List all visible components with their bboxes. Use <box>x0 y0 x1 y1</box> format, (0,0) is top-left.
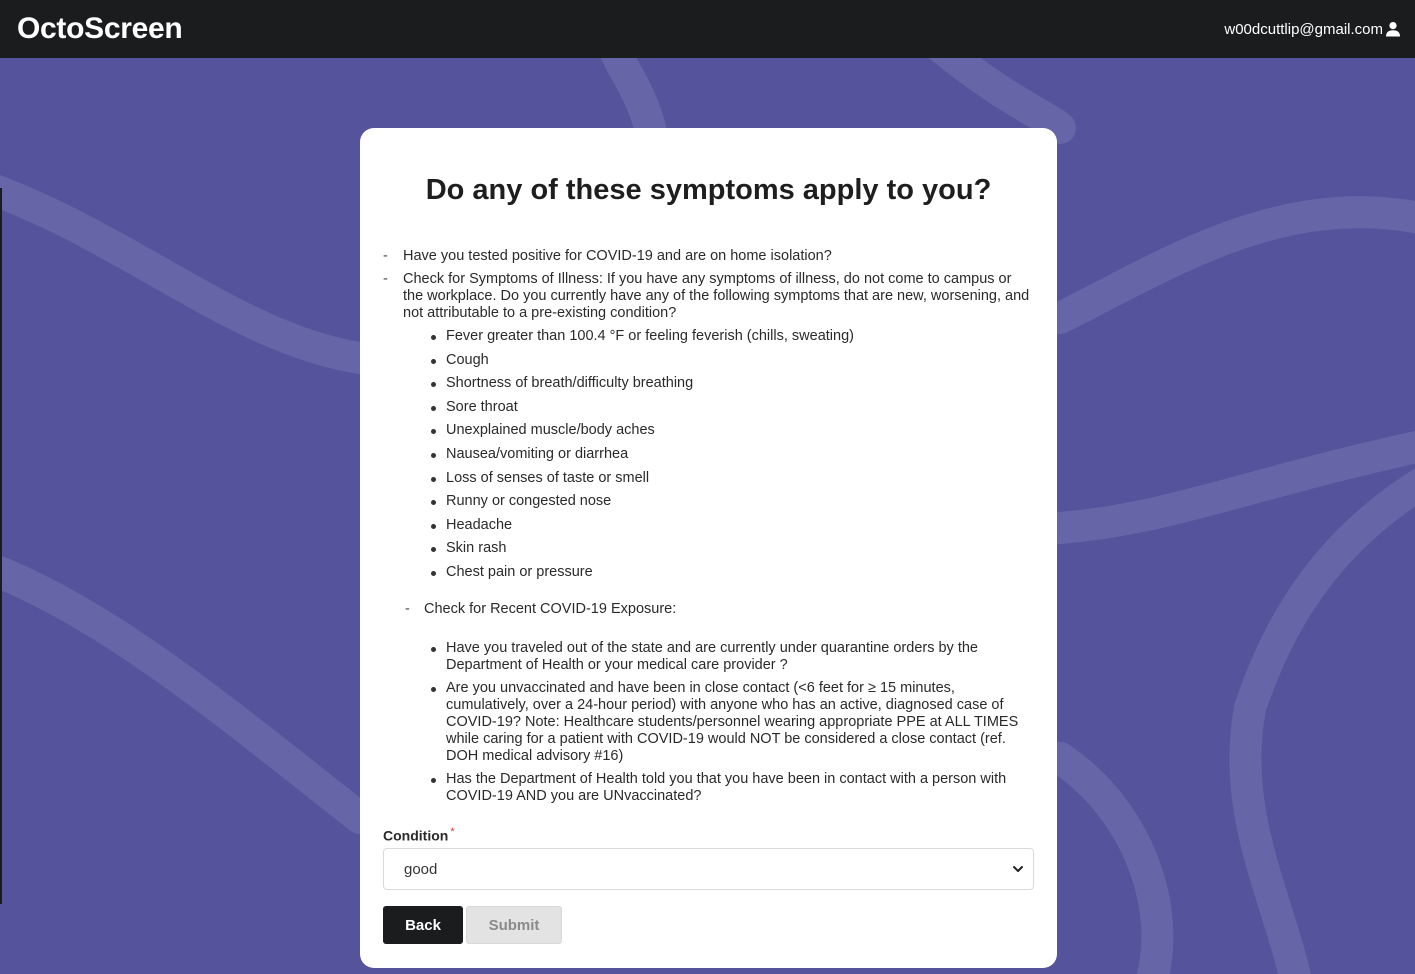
exposure-list: Have you traveled out of the state and a… <box>383 640 1035 805</box>
symptom-item: Sore throat <box>431 399 1035 416</box>
symptom-item: Chest pain or pressure <box>431 564 1035 581</box>
condition-selected-value: good <box>404 860 438 878</box>
symptom-item: Cough <box>431 352 1035 369</box>
exposure-item: Are you unvaccinated and have been in cl… <box>431 680 1035 765</box>
symptom-item: Skin rash <box>431 540 1035 557</box>
submit-button[interactable]: Submit <box>466 906 562 944</box>
symptom-list: Fever greater than 100.4 °F or feeling f… <box>383 328 1035 581</box>
symptom-item: Unexplained muscle/body aches <box>431 422 1035 439</box>
symptom-item: Fever greater than 100.4 °F or feeling f… <box>431 328 1035 345</box>
top-navbar: OctoScreen w00dcuttlip@gmail.com <box>0 0 1415 58</box>
exposure-item: Has the Department of Health told you th… <box>431 771 1035 805</box>
required-marker: * <box>450 826 455 838</box>
exposure-heading-text: Check for Recent COVID-19 Exposure: <box>424 600 677 617</box>
symptom-item: Nausea/vomiting or diarrhea <box>431 446 1035 463</box>
user-email[interactable]: w00dcuttlip@gmail.com <box>1224 21 1383 38</box>
left-edge-strip <box>0 188 2 904</box>
dash-marker: - <box>405 600 410 617</box>
dash-marker: - <box>383 271 388 287</box>
user-icon[interactable] <box>1385 21 1401 37</box>
exposure-heading: - Check for Recent COVID-19 Exposure: <box>383 601 1035 618</box>
question-text: Have you tested positive for COVID-19 an… <box>403 248 832 264</box>
page-title: Do any of these symptoms apply to you? <box>425 174 992 206</box>
question-text: Check for Symptoms of Illness: If you ha… <box>403 271 1030 321</box>
symptom-item: Runny or congested nose <box>431 493 1035 510</box>
condition-select[interactable]: good <box>383 848 1034 890</box>
chevron-down-icon <box>1011 862 1025 876</box>
back-button[interactable]: Back <box>383 906 463 944</box>
symptom-item: Headache <box>431 517 1035 534</box>
symptom-item: Loss of senses of taste or smell <box>431 470 1035 487</box>
brand-logo[interactable]: OctoScreen <box>17 12 183 46</box>
list-item: - Have you tested positive for COVID-19 … <box>383 248 1035 265</box>
condition-label: Condition * <box>383 826 455 844</box>
symptom-item: Shortness of breath/difficulty breathing <box>431 375 1035 392</box>
question-content: - Have you tested positive for COVID-19 … <box>383 248 1035 811</box>
user-menu[interactable]: w00dcuttlip@gmail.com <box>1224 21 1401 38</box>
exposure-item: Have you traveled out of the state and a… <box>431 640 1035 674</box>
dash-marker: - <box>383 248 388 264</box>
list-item: - Check for Symptoms of Illness: If you … <box>383 271 1035 322</box>
condition-label-text: Condition <box>383 827 449 844</box>
